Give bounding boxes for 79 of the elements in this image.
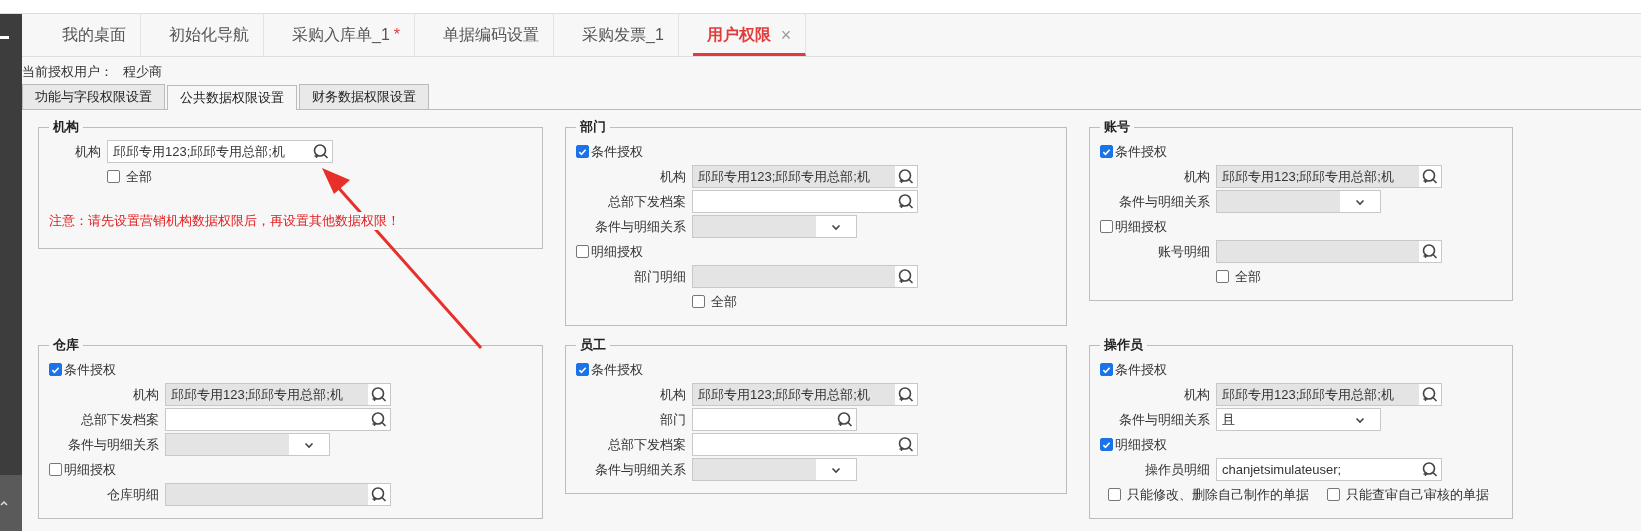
checkbox[interactable] (49, 363, 62, 376)
checkbox-label: 全部 (126, 167, 152, 186)
section-title: 机构 (51, 118, 80, 136)
checkbox[interactable] (1108, 488, 1121, 501)
lookup-field[interactable] (692, 408, 857, 431)
search-icon[interactable] (312, 142, 330, 161)
lookup-field[interactable] (692, 190, 918, 213)
section-title: 仓库 (52, 336, 80, 354)
section-title: 部门 (579, 118, 607, 136)
section-title: 操作员 (1103, 336, 1144, 354)
checkbox-label: 条件授权 (1115, 142, 1167, 161)
checkbox[interactable] (1216, 270, 1229, 283)
field-label: 条件与明细关系 (1118, 410, 1211, 429)
checkbox[interactable] (576, 363, 589, 376)
tab[interactable]: 采购入库单_1 * (278, 14, 416, 56)
checkbox[interactable] (576, 145, 589, 158)
checkbox[interactable] (1100, 220, 1113, 233)
section-title: 员工 (579, 336, 607, 354)
checkbox-label: 明细授权 (591, 242, 643, 261)
checkbox-label: 只能修改、删除自己制作的单据 (1127, 485, 1309, 504)
field-label: 条件与明细关系 (594, 217, 687, 236)
field-label: 条件与明细关系 (67, 435, 160, 454)
tab[interactable]: 单据编码设置 (429, 14, 555, 56)
section-title: 账号 (1103, 118, 1131, 136)
checkbox[interactable] (692, 295, 705, 308)
search-icon[interactable] (370, 410, 388, 429)
checkbox-label: 条件授权 (591, 360, 643, 379)
search-icon[interactable] (897, 192, 915, 211)
tab[interactable]: 初始化导航 (155, 14, 264, 56)
field-label: 条件与明细关系 (1118, 192, 1211, 211)
checkbox-label: 全部 (711, 292, 737, 311)
field-label: 总部下发档案 (607, 192, 687, 211)
dropdown-field[interactable]: 且 (1216, 408, 1381, 431)
field-label: 总部下发档案 (80, 410, 160, 429)
lookup-field[interactable] (692, 433, 918, 456)
checkbox-label: 明细授权 (1115, 217, 1167, 236)
checkbox-label: 明细授权 (1115, 435, 1167, 454)
field-label: 仓库明细 (106, 485, 160, 504)
field-label: 机构 (659, 385, 687, 404)
checkbox[interactable] (107, 170, 120, 183)
field-label: 条件与明细关系 (594, 460, 687, 479)
checkbox-label: 只能查审自己审核的单据 (1346, 485, 1489, 504)
checkbox-label: 条件授权 (1115, 360, 1167, 379)
field-label: 机构 (659, 167, 687, 186)
field-label: 机构 (132, 385, 160, 404)
tab[interactable]: 用户权限 × (692, 14, 807, 56)
checkbox[interactable] (1327, 488, 1340, 501)
search-icon[interactable] (1421, 460, 1439, 479)
checkbox-label: 条件授权 (64, 360, 116, 379)
field-label: 操作员明细 (1144, 460, 1211, 479)
tab[interactable]: 我的桌面 (48, 14, 141, 56)
search-icon[interactable] (836, 410, 854, 429)
tab[interactable]: 功能与字段权限设置 (22, 84, 165, 109)
user-label: 当前授权用户： (22, 63, 113, 81)
field-label: 总部下发档案 (607, 435, 687, 454)
tab[interactable]: 采购发票_1 (568, 14, 679, 56)
field-label: 部门明细 (633, 267, 687, 286)
checkbox[interactable] (1100, 438, 1113, 451)
tab[interactable]: 财务数据权限设置 (299, 84, 429, 109)
checkbox-label: 全部 (1235, 267, 1261, 286)
checkbox-label: 明细授权 (64, 460, 116, 479)
lookup-field[interactable] (165, 408, 391, 431)
search-icon[interactable] (897, 435, 915, 454)
lookup-field[interactable]: chanjetsimulateuser; (1216, 458, 1442, 481)
tab[interactable]: 公共数据权限设置 (167, 85, 297, 110)
checkbox[interactable] (1100, 145, 1113, 158)
checkbox-label: 条件授权 (591, 142, 643, 161)
field-label: 机构 (1183, 167, 1211, 186)
checkbox[interactable] (1100, 363, 1113, 376)
field-label: 部门 (659, 410, 687, 429)
checkbox[interactable] (49, 463, 62, 476)
field-label: 机构 (1183, 385, 1211, 404)
chevron-icon[interactable] (0, 498, 8, 508)
unsaved-marker: * (393, 26, 401, 44)
lookup-field[interactable]: 邱邱专用123;邱邱专用总部;机 (107, 140, 333, 163)
field-label: 账号明细 (1157, 242, 1211, 261)
checkbox[interactable] (576, 245, 589, 258)
user-name: 程少商 (123, 63, 162, 81)
field-label: 机构 (74, 142, 102, 161)
